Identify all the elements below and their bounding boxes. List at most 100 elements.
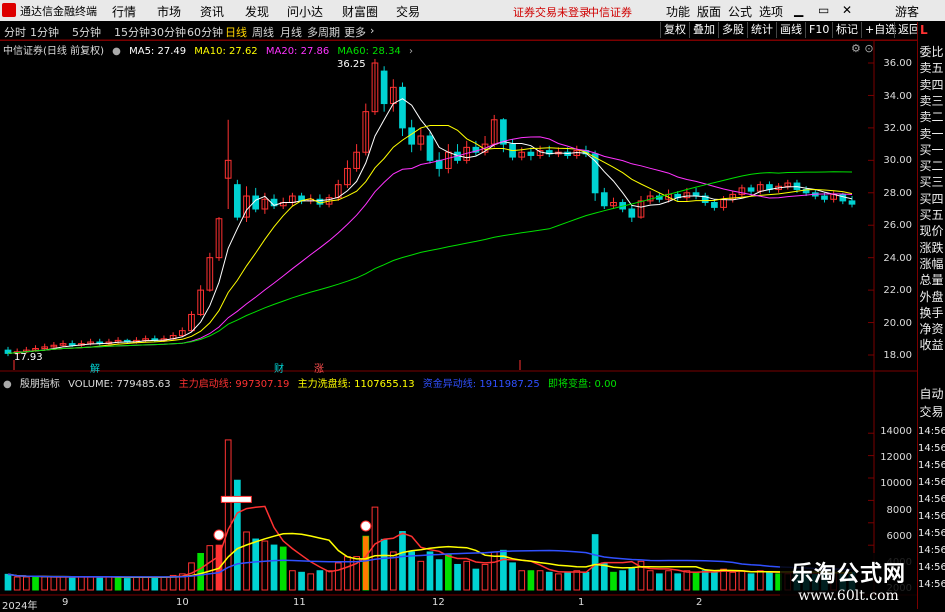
panel-settings-icon[interactable]: ⚙ ⊙ (851, 42, 874, 55)
volume-value: VOLUME: 779485.63 (68, 379, 171, 390)
price-tick: 22.00 (883, 285, 912, 296)
candle-body (399, 86, 406, 129)
trade-time: 14:56 (918, 528, 945, 539)
quote-label: 现价 (919, 224, 944, 239)
price-tick: 20.00 (883, 318, 912, 329)
volume-tick: 6000 (886, 531, 912, 542)
volume-bar (371, 506, 379, 591)
quote-label: 净资 (919, 322, 944, 337)
candle-body (426, 135, 434, 161)
trade-time: 14:56 (918, 460, 945, 471)
volume-bar (610, 571, 617, 591)
main-start-line-label: 主力启动线: 997307.19 (178, 379, 290, 390)
watermark-url: www.60lt.com (798, 588, 899, 604)
quote-label: 涨跌 (919, 240, 944, 255)
x-label: 9 (62, 597, 69, 608)
volume-bar (41, 576, 49, 591)
volume-bar (206, 545, 214, 591)
ma5-label: MA5: 27.49 (129, 46, 187, 57)
price-tick: 28.00 (883, 188, 912, 199)
volume-bar (665, 570, 672, 591)
volume-bar (151, 576, 159, 591)
quote-label: 换手 (919, 305, 944, 320)
volume-bar (23, 576, 30, 591)
ma20-line (7, 136, 853, 354)
x-label: 2024年 (2, 601, 38, 612)
trade-time: 14:56 (918, 426, 945, 437)
volume-bar (68, 576, 76, 591)
volume-bar (646, 570, 654, 591)
quote-label: 委比 (919, 45, 944, 59)
volume-bar (619, 570, 626, 591)
low-price-label: 17.93 (14, 352, 43, 363)
volume-bar (472, 568, 480, 591)
volume-bar (711, 571, 718, 591)
buy-signal-icon (360, 520, 372, 532)
price-tick: 36.00 (883, 58, 912, 69)
candle-body (747, 187, 755, 192)
volume-tick: 8000 (886, 505, 912, 516)
quote-label: 买一 (919, 142, 944, 157)
volume-bar (445, 554, 452, 591)
volume-bar (334, 562, 342, 591)
volume-bar (50, 576, 58, 591)
main-wash-line-label: 主力洗盘线: 1107655.13 (297, 379, 415, 390)
volume-bar (78, 576, 85, 591)
volume-bar (270, 544, 278, 591)
volume-bar (133, 576, 140, 591)
trade-time: 14:56 (918, 477, 945, 488)
trade-time: 14:56 (918, 443, 945, 454)
price-tick: 24.00 (883, 253, 912, 264)
volume-bar (481, 563, 489, 591)
trade-time: 14:56 (918, 494, 945, 505)
kline-chart[interactable] (0, 0, 945, 609)
volume-bar (142, 576, 149, 591)
trade-time: 14:56 (918, 579, 945, 590)
quote-label: 总量 (919, 273, 944, 288)
signal-volume-bar (362, 536, 369, 590)
event-finance-marker[interactable]: 财 (274, 360, 284, 375)
volume-bar (656, 573, 663, 591)
fund-move-line-label: 资金异动线: 1911987.25 (422, 379, 540, 390)
volume-bar (454, 563, 461, 591)
watermark-title: 乐淘公式网 (790, 562, 906, 587)
quote-label: 买二 (919, 159, 944, 174)
x-label: 10 (176, 597, 189, 608)
volume-bar (243, 531, 250, 591)
auto-trade-label[interactable]: 自动 (918, 386, 945, 402)
legend-more-icon[interactable]: › (409, 46, 413, 57)
volume-bar (380, 538, 388, 591)
volume-bar (426, 551, 434, 591)
candle-body (68, 343, 76, 346)
indicator-dot-icon[interactable]: ● (3, 379, 12, 390)
x-label: 11 (293, 597, 306, 608)
peak-marker (220, 495, 252, 503)
trade-time: 14:56 (918, 511, 945, 522)
volume-bar (87, 576, 94, 591)
auto-trade-label[interactable]: 交易 (918, 404, 945, 420)
price-tick: 26.00 (883, 220, 912, 231)
volume-bar (307, 573, 315, 591)
volume-legend: ● 殷朋指标 VOLUME: 779485.63 主力启动线: 997307.1… (3, 375, 622, 390)
ma60-label: MA60: 28.34 (337, 46, 401, 57)
watermark-box: 乐淘公式网 www.60lt.com (780, 553, 917, 609)
candle-body (711, 202, 718, 208)
quote-label: 卖一 (919, 126, 944, 141)
settings-dot-icon[interactable]: ● (112, 46, 121, 57)
volume-bar (555, 573, 562, 591)
event-rise-marker[interactable]: 涨 (314, 360, 324, 375)
volume-bar (738, 570, 746, 591)
quote-label: 卖二 (919, 110, 944, 125)
price-legend: 中信证券(日线 前复权) ● MA5: 27.49 MA10: 27.62 MA… (3, 42, 418, 57)
volume-bar (252, 538, 260, 591)
volume-bar (261, 540, 269, 591)
event-unlock-marker[interactable]: 解 (90, 360, 100, 375)
volume-bar (509, 562, 516, 591)
indicator-name[interactable]: 殷朋指标 (20, 379, 60, 390)
volume-bar (399, 531, 406, 591)
volume-bar (123, 578, 131, 591)
volume-bar (490, 551, 498, 591)
volume-bar (683, 570, 691, 591)
volume-tick: 10000 (880, 478, 912, 489)
x-label: 12 (432, 597, 445, 608)
